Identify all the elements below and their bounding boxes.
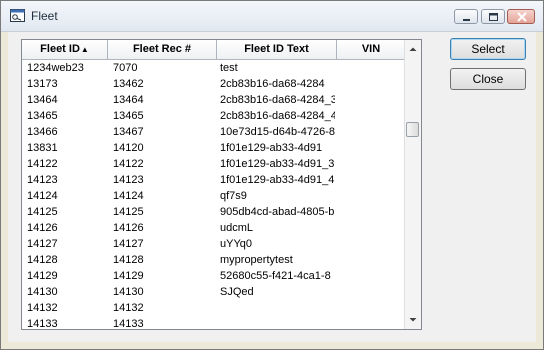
cell-fleet-rec: 14125 (113, 206, 144, 218)
cell-fleet-id-text: 1f01e129-ab33-4d91_3 (220, 158, 335, 170)
cell-fleet-id: 13466 (27, 126, 58, 138)
cell-fleet-id: 14130 (27, 286, 58, 298)
cell-fleet-rec: 14126 (113, 222, 144, 234)
table-row[interactable]: 14126 14126 udcmL (22, 220, 406, 236)
cell-fleet-id-text: mypropertytest (220, 254, 293, 266)
sort-ascending-icon: ▲ (80, 45, 89, 54)
table-row[interactable]: 14127 14127 uYYq0 (22, 236, 406, 252)
cell-fleet-rec: 14133 (113, 318, 144, 330)
cell-fleet-id-text: 1f01e129-ab33-4d91 (220, 142, 323, 154)
fleet-dialog: Fleet Fleet ID▲ Fleet Rec # Fleet ID Tex… (0, 0, 544, 350)
cell-fleet-id: 1234web23 (27, 62, 84, 74)
close-button[interactable]: Close (450, 68, 526, 90)
table-row[interactable]: 14123 14123 1f01e129-ab33-4d91_4 (22, 172, 406, 188)
minimize-icon (463, 19, 470, 21)
cell-fleet-id: 14123 (27, 174, 58, 186)
cell-fleet-id: 14124 (27, 190, 58, 202)
cell-fleet-id-text: uYYq0 (220, 238, 253, 250)
cell-fleet-rec: 14127 (113, 238, 144, 250)
cell-fleet-id: 13465 (27, 110, 58, 122)
column-header-fleet-id-text[interactable]: Fleet ID Text (217, 40, 337, 59)
cell-fleet-rec: 13467 (113, 126, 144, 138)
cell-fleet-rec: 14120 (113, 142, 144, 154)
cell-fleet-id: 13831 (27, 142, 58, 154)
cell-fleet-id: 14127 (27, 238, 58, 250)
column-label: Fleet ID Text (244, 43, 309, 55)
table-header: Fleet ID▲ Fleet Rec # Fleet ID Text VIN (22, 40, 406, 60)
app-window-icon (10, 9, 25, 22)
cell-fleet-rec: 13464 (113, 94, 144, 106)
column-label: VIN (361, 43, 381, 55)
table-body: 1234web23 7070 test 13173 13462 2cb83b16-da68… (22, 60, 406, 330)
cell-fleet-id-text: 2cb83b16-da68-4284_4 (220, 110, 335, 122)
cell-fleet-id-text: 1f01e129-ab33-4d91_4 (220, 174, 335, 186)
cell-fleet-id: 14128 (27, 254, 58, 266)
table-row[interactable]: 1234web23 7070 test (22, 60, 406, 76)
cell-fleet-id-text: 2cb83b16-da68-4284_3 (220, 94, 335, 106)
cell-fleet-id: 14132 (27, 302, 58, 314)
table-row[interactable]: 14122 14122 1f01e129-ab33-4d91_3 (22, 156, 406, 172)
cell-fleet-rec: 14123 (113, 174, 144, 186)
minimize-button[interactable] (454, 9, 478, 24)
table-row[interactable]: 14132 14132 (22, 300, 406, 316)
maximize-icon (489, 13, 498, 21)
close-icon (517, 12, 527, 22)
cell-fleet-rec: 14129 (113, 270, 144, 282)
cell-fleet-id-text: test (220, 62, 238, 74)
vertical-scrollbar[interactable] (404, 40, 421, 329)
close-window-button[interactable] (507, 9, 535, 24)
column-label: Fleet Rec # (132, 43, 192, 55)
table-row[interactable]: 13831 14120 1f01e129-ab33-4d91 (22, 140, 406, 156)
cell-fleet-rec: 13462 (113, 78, 144, 90)
cell-fleet-id: 14122 (27, 158, 58, 170)
table-row[interactable]: 13464 13464 2cb83b16-da68-4284_3 (22, 92, 406, 108)
dialog-client-area: Fleet ID▲ Fleet Rec # Fleet ID Text VIN … (8, 32, 536, 342)
table-row[interactable]: 13466 13467 10e73d15-d64b-4726-8 (22, 124, 406, 140)
cell-fleet-id-text: 52680c55-f421-4ca1-8 (220, 270, 331, 282)
cell-fleet-rec: 14122 (113, 158, 144, 170)
table-row[interactable]: 14133 14133 (22, 316, 406, 330)
table-row[interactable]: 13173 13462 2cb83b16-da68-4284 (22, 76, 406, 92)
maximize-button[interactable] (481, 9, 505, 24)
cell-fleet-rec: 14128 (113, 254, 144, 266)
fleet-table[interactable]: Fleet ID▲ Fleet Rec # Fleet ID Text VIN … (21, 39, 422, 330)
cell-fleet-id-text: udcmL (220, 222, 254, 234)
cell-fleet-rec: 13465 (113, 110, 144, 122)
table-row[interactable]: 14129 14129 52680c55-f421-4ca1-8 (22, 268, 406, 284)
column-header-vin[interactable]: VIN (337, 40, 406, 59)
cell-fleet-id-text: qf7s9 (220, 190, 247, 202)
table-row[interactable]: 14125 14125 905db4cd-abad-4805-b (22, 204, 406, 220)
scrollbar-thumb[interactable] (406, 122, 419, 137)
cell-fleet-id: 13464 (27, 94, 58, 106)
cell-fleet-id-text: SJQed (220, 286, 254, 298)
cell-fleet-rec: 14132 (113, 302, 144, 314)
select-button[interactable]: Select (450, 38, 526, 60)
cell-fleet-id-text: 2cb83b16-da68-4284 (220, 78, 325, 90)
scroll-up-arrow-icon[interactable] (405, 41, 421, 57)
cell-fleet-id: 13173 (27, 78, 58, 90)
cell-fleet-id: 14133 (27, 318, 58, 330)
cell-fleet-id-text: 905db4cd-abad-4805-b (220, 206, 335, 218)
window-title: Fleet (31, 9, 58, 23)
table-row[interactable]: 14128 14128 mypropertytest (22, 252, 406, 268)
cell-fleet-rec: 14130 (113, 286, 144, 298)
column-header-fleet-rec[interactable]: Fleet Rec # (108, 40, 217, 59)
scroll-down-arrow-icon[interactable] (405, 312, 421, 328)
table-row[interactable]: 13465 13465 2cb83b16-da68-4284_4 (22, 108, 406, 124)
cell-fleet-id: 14126 (27, 222, 58, 234)
cell-fleet-rec: 7070 (113, 62, 138, 74)
table-row[interactable]: 14130 14130 SJQed (22, 284, 406, 300)
cell-fleet-id-text: 10e73d15-d64b-4726-8 (220, 126, 335, 138)
column-label: Fleet ID (40, 43, 80, 55)
column-header-fleet-id[interactable]: Fleet ID▲ (22, 40, 108, 59)
cell-fleet-id: 14125 (27, 206, 58, 218)
table-row[interactable]: 14124 14124 qf7s9 (22, 188, 406, 204)
cell-fleet-rec: 14124 (113, 190, 144, 202)
title-bar[interactable]: Fleet (1, 1, 543, 32)
cell-fleet-id: 14129 (27, 270, 58, 282)
